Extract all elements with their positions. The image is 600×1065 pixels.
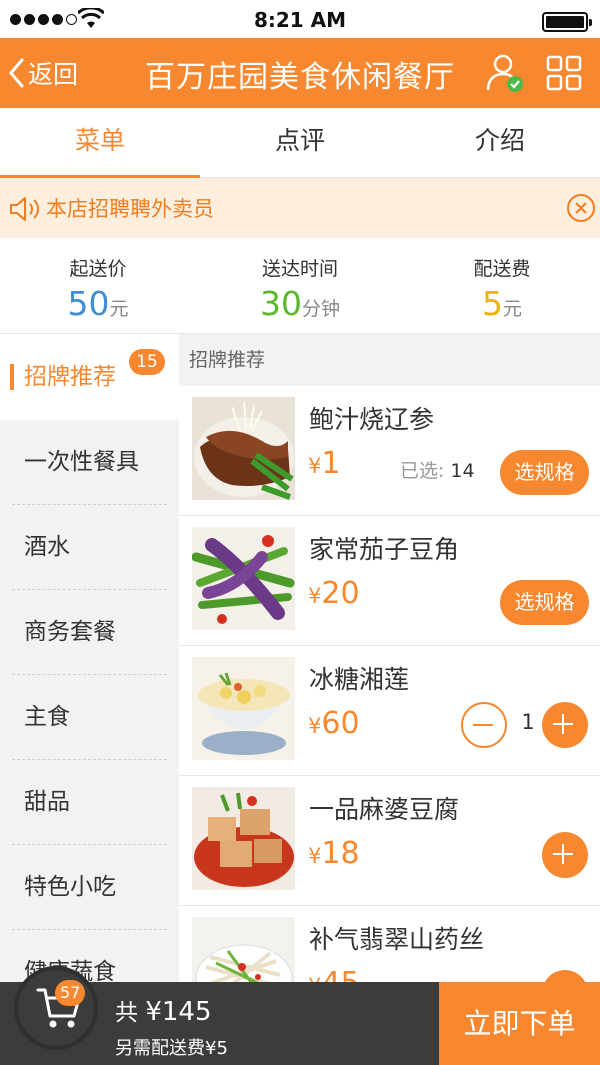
back-label: 返回 — [28, 60, 79, 89]
list-item: 补气翡翠山药丝 ¥45 — [179, 906, 600, 982]
sidebar-item-label: 特色小吃 — [24, 874, 116, 900]
currency-symbol: ¥ — [308, 454, 322, 478]
add-to-cart-button[interactable] — [542, 832, 588, 878]
sidebar-item-label: 主食 — [24, 704, 70, 730]
delivery-fee-info: 配送费 5元 — [452, 254, 552, 325]
status-bar: 8:21 AM — [0, 0, 600, 38]
sidebar-item-label: 酒水 — [24, 534, 70, 560]
price-value: 60 — [321, 706, 360, 741]
chevron-left-icon — [9, 58, 24, 88]
dish-image-yam-strips — [192, 917, 295, 982]
dish-price: ¥20 — [308, 576, 360, 611]
selected-value: 14 — [450, 460, 475, 482]
tab-menu[interactable]: 菜单 — [0, 108, 200, 178]
back-button[interactable]: 返回 — [8, 54, 78, 92]
min-order-info: 起送价 50元 — [48, 254, 148, 325]
tab-reviews[interactable]: 点评 — [200, 108, 400, 177]
dish-name: 冰糖湘莲 — [309, 665, 410, 694]
status-time: 8:21 AM — [253, 8, 347, 32]
decrease-quantity-button[interactable] — [461, 702, 507, 748]
sidebar-item-tableware[interactable]: 一次性餐具 — [0, 420, 179, 505]
sidebar-item-snacks[interactable]: 特色小吃 — [0, 845, 179, 930]
delivery-fee-unit: 元 — [502, 298, 522, 320]
dish-name: 一品麻婆豆腐 — [309, 795, 460, 824]
currency-symbol: ¥ — [308, 584, 322, 608]
add-to-cart-button[interactable] — [542, 970, 588, 982]
price-value: 20 — [321, 576, 360, 611]
delivery-fee-value: 5 — [481, 284, 503, 323]
selected-count: 已选: 14 — [400, 456, 475, 483]
currency-symbol: ¥ — [308, 844, 322, 868]
cart-total: 共 ¥145 — [115, 993, 211, 1027]
dish-price: ¥1 — [308, 446, 340, 481]
list-item: 一品麻婆豆腐 ¥18 — [179, 776, 600, 906]
notice-text: 本店招聘聘外卖员 — [46, 197, 214, 221]
price-value: 1 — [321, 446, 341, 481]
increase-quantity-button[interactable] — [542, 702, 588, 748]
tab-bar: 菜单 点评 介绍 — [0, 108, 600, 178]
sidebar-item-label: 招牌推荐 — [24, 364, 116, 390]
sidebar-item-staple[interactable]: 主食 — [0, 675, 179, 760]
min-order-value: 50 — [67, 284, 110, 323]
close-icon[interactable] — [566, 193, 596, 223]
dish-image-sea-cucumber — [192, 397, 295, 500]
dish-name: 家常茄子豆角 — [309, 535, 460, 564]
list-item: 鲍汁烧辽参 ¥1 已选: 14 选规格 — [179, 386, 600, 516]
select-spec-button[interactable]: 选规格 — [500, 580, 589, 625]
cart-delivery-fee: 另需配送费¥5 — [115, 1038, 228, 1059]
tab-intro[interactable]: 介绍 — [400, 108, 600, 177]
sidebar-item-drinks[interactable]: 酒水 — [0, 505, 179, 590]
delivery-time-value: 30 — [259, 284, 302, 323]
cart-button[interactable] — [14, 966, 98, 1050]
speaker-icon — [10, 197, 40, 221]
notice-banner: 本店招聘聘外卖员 — [0, 178, 600, 238]
selected-label: 已选: — [400, 460, 445, 482]
dish-name: 补气翡翠山药丝 — [309, 925, 485, 954]
cart-total-amount: ¥145 — [145, 997, 212, 1027]
min-order-unit: 元 — [109, 298, 129, 320]
dish-image-lotus-seed-soup — [192, 657, 295, 760]
user-verified-icon[interactable] — [484, 52, 526, 94]
sidebar-item-signature[interactable]: 招牌推荐 — [0, 334, 179, 420]
dish-image-mapo-tofu — [192, 787, 295, 890]
battery-icon — [542, 12, 592, 32]
select-spec-button[interactable]: 选规格 — [500, 450, 589, 495]
sidebar-item-label: 一次性餐具 — [24, 449, 139, 475]
delivery-fee-label: 配送费 — [473, 258, 531, 280]
quantity-value: 1 — [521, 710, 535, 734]
cart-count-badge: 57 — [55, 980, 86, 1006]
category-count-badge: 15 — [129, 349, 165, 375]
sidebar-item-business-set[interactable]: 商务套餐 — [0, 590, 179, 675]
price-value: 18 — [321, 836, 360, 871]
delivery-time-label: 送达时间 — [261, 258, 338, 280]
cart-bar: 共 ¥145 另需配送费¥5 立即下单 — [0, 966, 600, 1065]
price-value: 45 — [321, 966, 359, 982]
dish-list: 招牌推荐 鲍汁烧辽参 ¥1 已选: 14 选规格 家常茄子豆角 ¥20 选规格 … — [179, 334, 600, 982]
currency-symbol: ¥ — [308, 714, 322, 738]
place-order-button[interactable]: 立即下单 — [439, 982, 600, 1065]
delivery-time-unit: 分钟 — [301, 298, 340, 320]
section-header: 招牌推荐 — [179, 334, 600, 386]
dish-price: ¥18 — [308, 836, 360, 871]
delivery-info: 起送价 50元 送达时间 30分钟 配送费 5元 — [0, 238, 600, 334]
category-sidebar: 招牌推荐 一次性餐具 酒水 商务套餐 主食 甜品 特色小吃 健康蔬食 — [0, 334, 179, 982]
list-item: 冰糖湘莲 ¥60 1 — [179, 646, 600, 776]
sidebar-item-dessert[interactable]: 甜品 — [0, 760, 179, 845]
dish-name: 鲍汁烧辽参 — [309, 405, 435, 434]
list-item: 家常茄子豆角 ¥20 选规格 — [179, 516, 600, 646]
sidebar-item-vegetables[interactable]: 健康蔬食 — [0, 930, 179, 982]
nav-bar: 返回 百万庄园美食休闲餐厅 — [0, 38, 600, 108]
grid-menu-icon[interactable] — [546, 55, 582, 91]
dish-image-eggplant-beans — [192, 527, 295, 630]
currency-symbol: ¥ — [308, 974, 321, 982]
cart-total-prefix: 共 — [115, 1000, 138, 1026]
sidebar-item-label: 甜品 — [24, 789, 70, 815]
delivery-time-info: 送达时间 30分钟 — [240, 254, 360, 325]
dish-price: ¥60 — [308, 706, 360, 741]
sidebar-item-label: 商务套餐 — [24, 619, 116, 645]
dish-price: ¥45 — [308, 966, 360, 982]
min-order-label: 起送价 — [69, 258, 127, 280]
